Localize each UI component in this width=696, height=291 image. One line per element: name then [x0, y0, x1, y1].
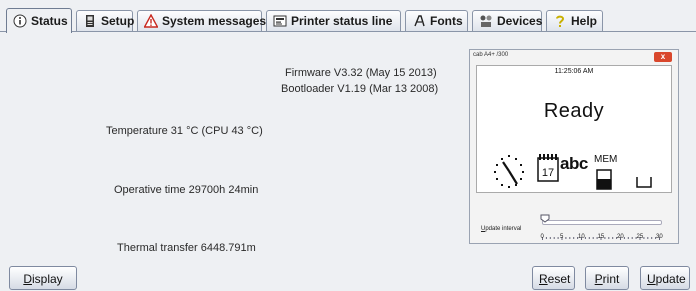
slider-tick-label: 15: [597, 234, 605, 240]
close-icon[interactable]: x: [654, 52, 672, 62]
tab-devices[interactable]: Devices: [472, 10, 542, 31]
tab-label: Status: [31, 14, 68, 28]
lcd-ready-status: Ready: [543, 100, 605, 122]
abc-label: abc: [560, 154, 588, 173]
slider-thumb[interactable]: [540, 214, 550, 223]
tab-label: Fonts: [430, 14, 463, 28]
tab-bar: Status Setup System messages Printer sta…: [0, 0, 696, 34]
temperature-readout: Temperature 31 °C (CPU 43 °C): [106, 125, 263, 137]
warning-icon: [144, 14, 158, 28]
font-icon: [412, 14, 426, 28]
printer-lcd-screen: 11:25:06 AM Ready 17 abc MEM: [476, 65, 672, 193]
tab-label: Setup: [101, 14, 135, 28]
help-icon: [553, 14, 567, 28]
slider-tick-label: 20: [617, 234, 624, 240]
button-bar: Display Reset Print Update: [0, 258, 696, 291]
bootloader-version: Bootloader V1.19 (Mar 13 2008): [281, 83, 439, 95]
reset-button[interactable]: Reset: [532, 266, 575, 290]
tab-printer-status-line[interactable]: Printer status line: [266, 10, 401, 31]
lcd-time: 11:25:06 AM: [554, 68, 594, 75]
update-button[interactable]: Update: [640, 266, 690, 290]
tab-help[interactable]: Help: [546, 10, 603, 31]
slider-tick-label: 10: [578, 234, 585, 240]
print-button[interactable]: Print: [585, 266, 629, 290]
printer-display-window: cab A4+ /300 x 11:25:06 AM Ready 17 abc: [469, 49, 679, 244]
display-button[interactable]: Display: [9, 266, 77, 290]
slider-tick-label: 5: [560, 234, 564, 240]
slider-tick-labels: 0 5 10 15 20 25 30: [540, 234, 664, 242]
tab-label: System messages: [162, 14, 267, 28]
update-interval-label: Update interval: [481, 226, 522, 232]
tray-icon: [636, 177, 652, 188]
info-icon: [13, 14, 27, 28]
mem-label: MEM: [594, 154, 618, 165]
thermal-transfer-readout: Thermal transfer 6448.791m: [117, 242, 256, 254]
operative-time-readout: Operative time 29700h 24min: [114, 184, 259, 196]
firmware-version: Firmware V3.32 (May 15 2013): [285, 67, 437, 79]
tab-label: Printer status line: [291, 14, 393, 28]
tab-label: Help: [571, 14, 598, 28]
tab-setup[interactable]: Setup: [76, 10, 135, 31]
tab-label: Devices: [497, 14, 543, 28]
display-window-title: cab A4+ /300: [473, 52, 509, 58]
printer-icon: [83, 14, 97, 28]
slider-tick-label: 25: [636, 234, 644, 240]
memory-gauge-icon: [596, 169, 612, 190]
slider-ticks: [542, 229, 660, 240]
devices-icon: [479, 14, 493, 28]
tab-status[interactable]: Status: [6, 8, 72, 33]
tab-fonts[interactable]: Fonts: [405, 10, 468, 31]
clock-icon: [494, 155, 524, 188]
slider-tick-label: 30: [656, 234, 663, 240]
status-line-icon: [273, 14, 287, 28]
tab-system-messages[interactable]: System messages: [137, 10, 266, 31]
slider-tick-label: 0: [540, 234, 544, 240]
calendar-day: 17: [541, 167, 555, 179]
update-interval-slider[interactable]: [542, 220, 662, 225]
